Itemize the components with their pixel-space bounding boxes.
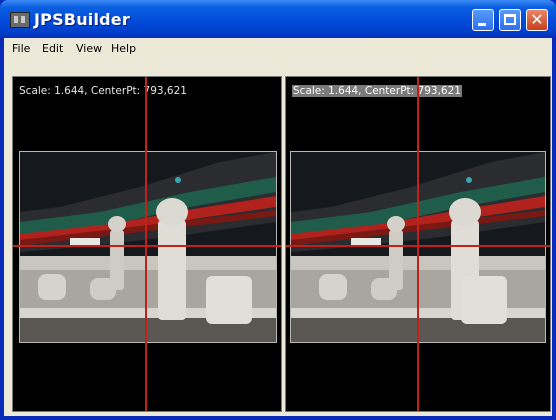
left-horizontal-guide[interactable]	[13, 245, 281, 247]
left-stereo-image	[19, 151, 277, 343]
window-title: JPSBuilder	[34, 10, 130, 29]
right-scale-info: Scale: 1.644, CenterPt: 793,621	[292, 85, 462, 97]
left-photo-graphic	[20, 152, 276, 342]
left-image-pane[interactable]: Scale: 1.644, CenterPt: 793,621	[12, 76, 282, 412]
right-horizontal-guide[interactable]	[286, 245, 550, 247]
menu-view[interactable]: View	[76, 42, 102, 55]
title-bar[interactable]: JPSBuilder ✕	[0, 0, 556, 38]
maximize-button[interactable]	[499, 9, 521, 31]
left-scale-info: Scale: 1.644, CenterPt: 793,621	[19, 85, 187, 97]
menu-file[interactable]: File	[12, 42, 30, 55]
close-button[interactable]: ✕	[526, 9, 548, 31]
app-icon[interactable]	[10, 12, 30, 28]
bottom-border	[4, 414, 552, 416]
minimize-icon	[478, 23, 486, 26]
menu-help[interactable]: Help	[111, 42, 136, 55]
menu-edit[interactable]: Edit	[42, 42, 63, 55]
app-window: JPSBuilder ✕ File Edit View Help Scale: …	[0, 0, 556, 420]
menu-bar: File Edit View Help	[4, 38, 552, 60]
right-image-pane[interactable]: Scale: 1.644, CenterPt: 793,621	[285, 76, 551, 412]
maximize-icon	[504, 14, 516, 25]
close-icon: ✕	[530, 10, 544, 29]
minimize-button[interactable]	[472, 9, 494, 31]
